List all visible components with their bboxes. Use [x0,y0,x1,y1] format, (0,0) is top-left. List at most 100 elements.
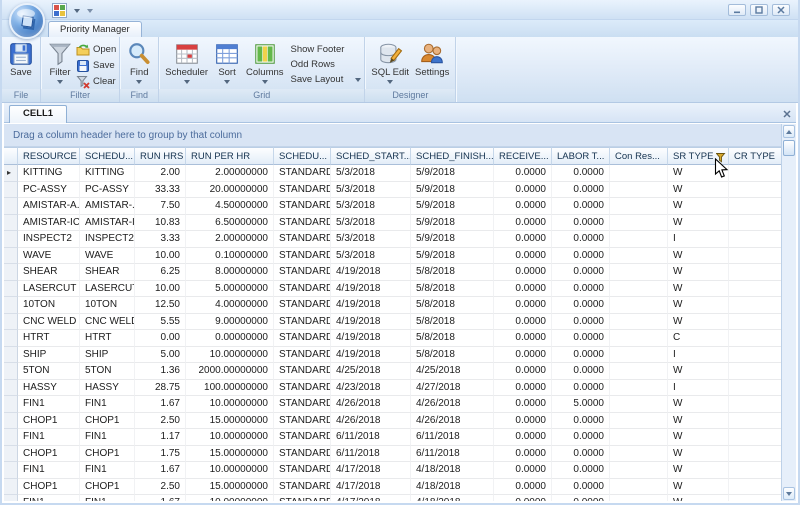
grid-cell[interactable]: KITTING [80,165,135,182]
grid-cell[interactable]: 1.67 [135,462,186,479]
grid-cell[interactable]: 5/8/2018 [411,347,494,364]
sql-edit-button[interactable]: SQL Edit [368,39,412,84]
table-row[interactable]: HTRTHTRT0.000.00000000STANDARD4/19/20185… [4,330,781,347]
grid-cell[interactable]: 0.0000 [552,363,610,380]
grid-cell[interactable]: STANDARD [274,281,331,298]
column-header-run-hrs[interactable]: RUN HRS [135,147,186,165]
grid-cell[interactable]: 5/3/2018 [331,198,411,215]
grid-cell[interactable]: 7.50 [135,198,186,215]
grid-cell[interactable]: 1.75 [135,446,186,463]
grid-cell[interactable]: HTRT [18,330,80,347]
grid-cell[interactable]: 0.00000000 [186,330,274,347]
grid-cell[interactable]: 6/11/2018 [411,429,494,446]
grid-cell[interactable]: LASERCUT [80,281,135,298]
grid-cell[interactable]: 4/25/2018 [411,363,494,380]
grid-cell[interactable]: 4/27/2018 [411,380,494,397]
grid-cell[interactable]: 0.0000 [494,297,552,314]
grid-cell[interactable]: W [668,363,729,380]
grid-cell[interactable]: 0.0000 [552,165,610,182]
grid-cell[interactable]: 0.0000 [552,231,610,248]
grid-cell[interactable]: 4/18/2018 [411,462,494,479]
grid-cell[interactable]: STANDARD [274,347,331,364]
grid-cell[interactable]: 5.00000000 [186,281,274,298]
grid-cell[interactable]: FIN1 [80,495,135,501]
grid-cell[interactable]: 5/9/2018 [411,248,494,265]
table-row[interactable]: 5TON5TON1.362000.00000000STANDARD4/25/20… [4,363,781,380]
grid-cell[interactable]: 10.00000000 [186,347,274,364]
grid-cell[interactable]: STANDARD [274,330,331,347]
grid-cell[interactable]: SHIP [18,347,80,364]
grid-cell[interactable]: 5TON [80,363,135,380]
column-header-sched-finish[interactable]: SCHED_FINISH... [411,147,494,165]
grid-cell[interactable]: FIN1 [18,396,80,413]
column-header-schedu[interactable]: SCHEDU... [80,147,135,165]
grid-cell[interactable]: W [668,215,729,232]
grid-cell[interactable]: 0.0000 [494,363,552,380]
grid-cell[interactable]: STANDARD [274,297,331,314]
grid-cell[interactable]: HTRT [80,330,135,347]
grid-cell[interactable]: 0.0000 [552,215,610,232]
table-row[interactable]: FIN1FIN11.6710.00000000STANDARD4/26/2018… [4,396,781,413]
grid-cell[interactable]: 20.00000000 [186,182,274,199]
grid-cell[interactable] [610,413,668,430]
scroll-up-button[interactable] [783,125,795,138]
grid-cell[interactable]: 5.55 [135,314,186,331]
grid-cell[interactable] [610,429,668,446]
grid-cell[interactable]: 0.0000 [552,462,610,479]
grid-cell[interactable]: FIN1 [18,462,80,479]
grid-cell[interactable] [729,363,781,380]
grid-cell[interactable]: HASSY [80,380,135,397]
grid-cell[interactable]: FIN1 [80,462,135,479]
table-row[interactable]: CHOP1CHOP11.7515.00000000STANDARD6/11/20… [4,446,781,463]
grid-cell[interactable]: W [668,413,729,430]
grid-cell[interactable] [610,281,668,298]
grid-cell[interactable] [610,314,668,331]
grid-cell[interactable]: 6.50000000 [186,215,274,232]
grid-cell[interactable] [729,479,781,496]
column-header-receive[interactable]: RECEIVE... [494,147,552,165]
grid-cell[interactable]: STANDARD [274,231,331,248]
grid-cell[interactable]: 15.00000000 [186,413,274,430]
grid-cell[interactable]: INSPECT2 [18,231,80,248]
grid-cell[interactable]: WAVE [80,248,135,265]
grid-cell[interactable] [729,281,781,298]
grid-cell[interactable]: 4/26/2018 [331,413,411,430]
grid-cell[interactable]: STANDARD [274,479,331,496]
close-button[interactable] [772,4,790,16]
grid-cell[interactable]: 6.25 [135,264,186,281]
columns-button[interactable]: Columns [243,39,287,84]
table-row[interactable]: FIN1FIN11.6710.00000000STANDARD4/17/2018… [4,495,781,501]
column-header-con-res[interactable]: Con Res... [610,147,668,165]
grid-cell[interactable]: 33.33 [135,182,186,199]
grid-cell[interactable]: 0.0000 [552,330,610,347]
column-header-run-per-hr[interactable]: RUN PER HR [186,147,274,165]
sort-button[interactable]: Sort [211,39,243,84]
close-icon[interactable] [781,108,792,119]
filter-button[interactable]: Filter [44,39,76,84]
grid-cell[interactable]: LASERCUT [18,281,80,298]
grid-cell[interactable]: STANDARD [274,165,331,182]
save-button[interactable]: Save [5,39,37,78]
grid-cell[interactable]: CHOP1 [18,413,80,430]
column-header-schedu[interactable]: SCHEDU... [274,147,331,165]
grid-cell[interactable] [729,165,781,182]
grid-cell[interactable]: 4/19/2018 [331,281,411,298]
grid-cell[interactable]: AMISTAR-IC [18,215,80,232]
grid-cell[interactable] [729,495,781,501]
show-footer-button[interactable]: Show Footer [287,42,362,57]
grid-cell[interactable]: 5.0000 [552,396,610,413]
grid-cell[interactable]: KITTING [18,165,80,182]
grid-cell[interactable]: W [668,462,729,479]
scroll-down-button[interactable] [783,487,795,500]
grid-cell[interactable]: HASSY [18,380,80,397]
grid-cell[interactable]: STANDARD [274,215,331,232]
grid-cell[interactable]: 4.50000000 [186,198,274,215]
grid-cell[interactable]: W [668,281,729,298]
column-header-labor-t[interactable]: LABOR T... [552,147,610,165]
grid-cell[interactable]: 0.0000 [552,297,610,314]
grid-cell[interactable]: CHOP1 [18,479,80,496]
table-row[interactable]: FIN1FIN11.6710.00000000STANDARD4/17/2018… [4,462,781,479]
grid-cell[interactable]: 0.0000 [494,165,552,182]
grid-cell[interactable] [729,413,781,430]
grid-cell[interactable]: 15.00000000 [186,479,274,496]
